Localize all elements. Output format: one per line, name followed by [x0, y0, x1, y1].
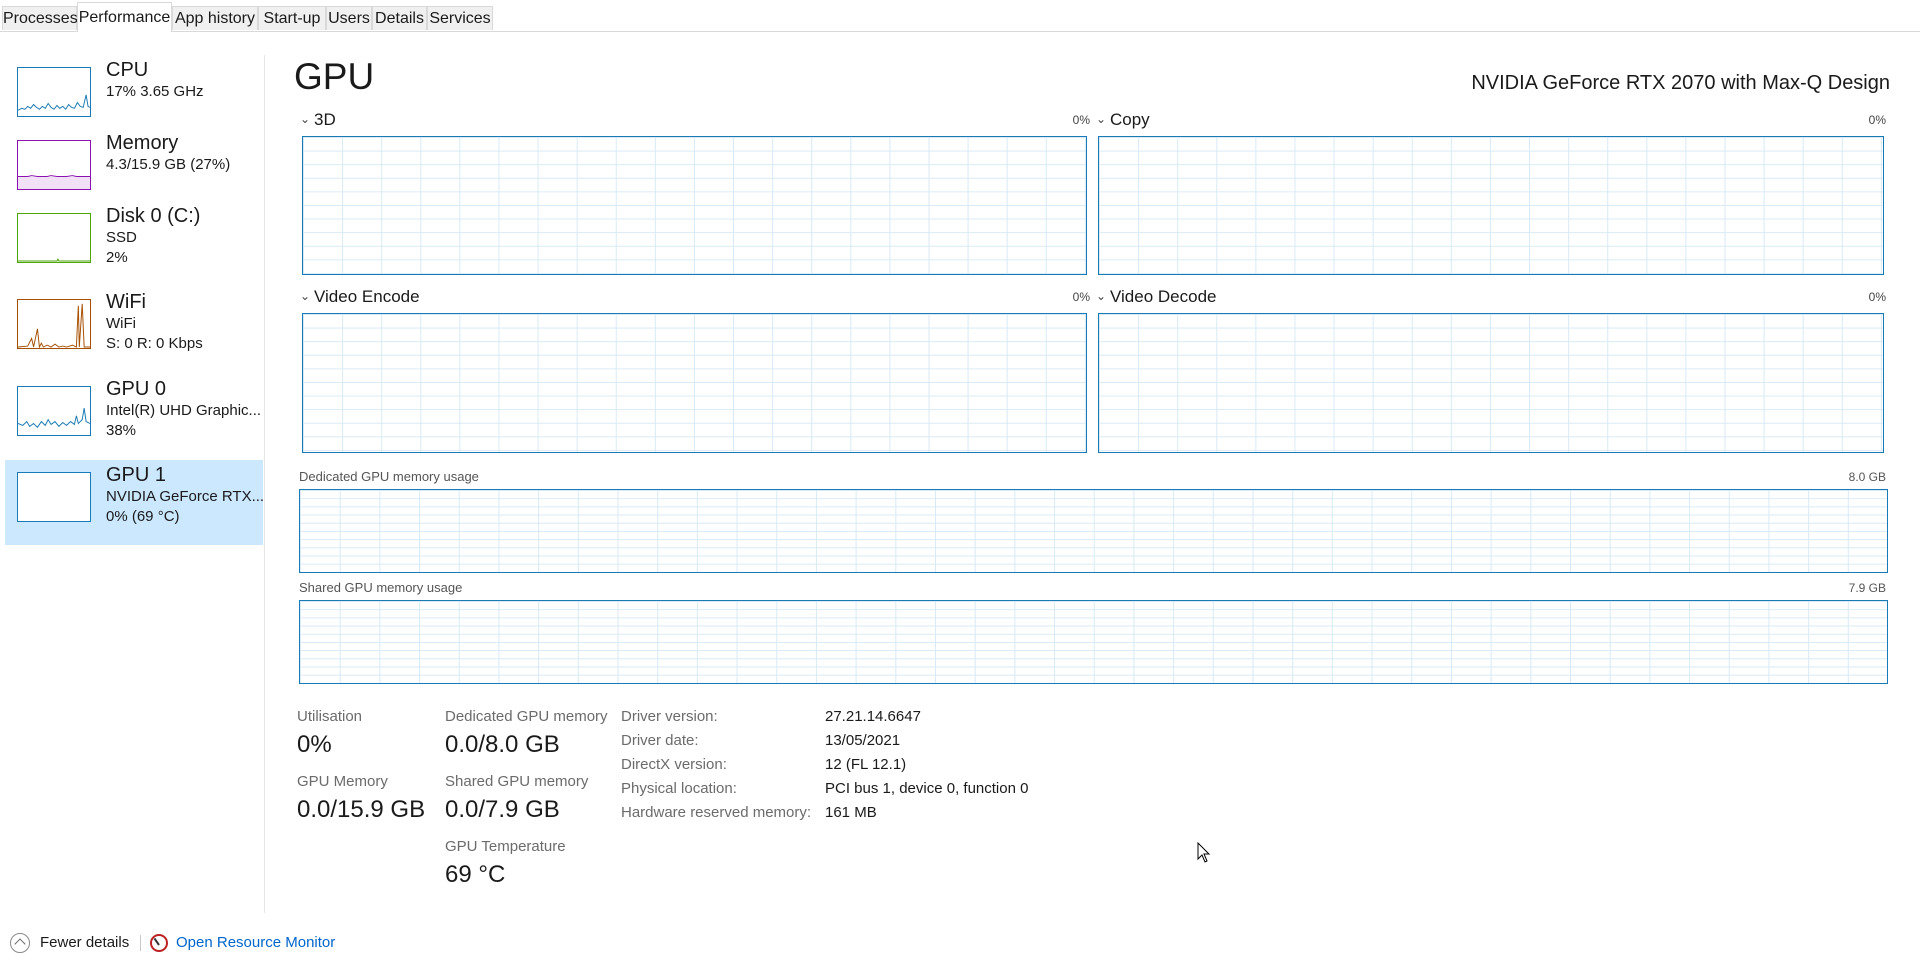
- sidebar-item-detail-2: 0% (69 °C): [106, 508, 180, 525]
- dedicated-memory-graph-label: Dedicated GPU memory usage: [299, 469, 479, 484]
- gpu1-usage-thumbnail: [17, 472, 91, 522]
- engine-name: Video Encode: [314, 287, 420, 306]
- dedicated-memory-value: 0.0/8.0 GB: [445, 731, 560, 758]
- engine-graph-3d: [302, 136, 1087, 275]
- sidebar-item-name: Disk 0 (C:): [106, 205, 201, 227]
- page-title: GPU: [294, 56, 375, 97]
- physical-location-value: PCI bus 1, device 0, function 0: [825, 780, 1029, 797]
- sidebar-item-gpu1[interactable]: GPU 1 NVIDIA GeForce RTX... 0% (69 °C): [5, 460, 265, 545]
- driver-version-value: 27.21.14.6647: [825, 708, 921, 725]
- resource-monitor-icon: [150, 934, 168, 953]
- shared-memory-value: 0.0/7.9 GB: [445, 796, 560, 823]
- shared-memory-label: Shared GPU memory: [445, 773, 589, 790]
- shared-memory-graph-label: Shared GPU memory usage: [299, 580, 463, 595]
- sidebar-item-detail-2: 2%: [106, 249, 128, 266]
- open-resource-monitor-label: Open Resource Monitor: [176, 934, 336, 951]
- gpu-temperature-value: 69 °C: [445, 861, 506, 888]
- engine-percent-copy: 0%: [1868, 113, 1886, 127]
- wifi-usage-thumbnail: [17, 299, 91, 349]
- sidebar-item-name: GPU 1: [106, 464, 167, 486]
- tab-bar: Processes Performance App history Start-…: [0, 0, 1920, 32]
- sidebar-item-gpu0[interactable]: GPU 0 Intel(R) UHD Graphic... 38%: [5, 374, 263, 459]
- tab-services[interactable]: Services: [427, 6, 493, 30]
- tab-start-up[interactable]: Start-up: [258, 6, 326, 30]
- engine-percent-3d: 0%: [1072, 113, 1090, 127]
- dedicated-memory-graph: [299, 489, 1888, 573]
- sidebar-item-disk[interactable]: Disk 0 (C:) SSD 2%: [5, 201, 263, 286]
- chevron-down-icon: ⌄: [1096, 289, 1107, 303]
- tab-details[interactable]: Details: [372, 6, 427, 30]
- disk-usage-thumbnail: [17, 213, 91, 263]
- reserved-memory-value: 161 MB: [825, 804, 877, 821]
- sidebar-item-wifi[interactable]: WiFi WiFi S: 0 R: 0 Kbps: [5, 287, 263, 372]
- sidebar-item-detail: SSD: [106, 229, 137, 246]
- engine-name: Video Decode: [1110, 287, 1217, 306]
- engine-label-copy[interactable]: ⌄ Copy: [1096, 109, 1150, 130]
- sidebar-item-name: CPU: [106, 59, 149, 81]
- tab-app-history[interactable]: App history: [172, 6, 258, 30]
- fewer-details-label: Fewer details: [40, 934, 130, 951]
- engine-name: Copy: [1110, 110, 1150, 129]
- gpu-memory-label: GPU Memory: [297, 773, 388, 790]
- directx-version-value: 12 (FL 12.1): [825, 756, 907, 773]
- directx-version-label: DirectX version:: [621, 756, 727, 773]
- open-resource-monitor-link[interactable]: Open Resource Monitor: [150, 932, 335, 954]
- sidebar-item-detail: 4.3/15.9 GB (27%): [106, 156, 231, 173]
- footer: Fewer details Open Resource Monitor: [0, 913, 1920, 976]
- chevron-down-icon: ⌄: [300, 112, 311, 126]
- sidebar-item-name: GPU 0: [106, 378, 167, 400]
- mouse-cursor-icon: [1197, 842, 1211, 863]
- shared-memory-graph-max: 7.9 GB: [1848, 581, 1886, 595]
- footer-separator: [140, 935, 141, 951]
- engine-label-video-encode[interactable]: ⌄ Video Encode: [300, 286, 420, 307]
- chevron-up-icon: [10, 933, 30, 954]
- resource-sidebar: CPU 17% 3.65 GHz Memory 4.3/15.9 GB (27%…: [0, 55, 265, 913]
- physical-location-label: Physical location:: [621, 780, 737, 797]
- memory-usage-thumbnail: [17, 140, 91, 190]
- engine-graph-video-encode: [302, 313, 1087, 453]
- cpu-usage-thumbnail: [17, 67, 91, 117]
- engine-label-3d[interactable]: ⌄ 3D: [300, 109, 336, 130]
- engine-percent-video-encode: 0%: [1072, 290, 1090, 304]
- engine-graph-video-decode: [1098, 313, 1884, 453]
- engine-name: 3D: [314, 110, 336, 129]
- sidebar-item-detail-2: 38%: [106, 422, 137, 439]
- sidebar-item-name: Memory: [106, 132, 179, 154]
- gpu0-usage-thumbnail: [17, 386, 91, 436]
- sidebar-item-detail: WiFi: [106, 315, 136, 332]
- utilisation-label: Utilisation: [297, 708, 363, 725]
- driver-version-label: Driver version:: [621, 708, 718, 725]
- sidebar-item-detail-2: S: 0 R: 0 Kbps: [106, 335, 203, 352]
- gpu-device-name: NVIDIA GeForce RTX 2070 with Max-Q Desig…: [1471, 72, 1890, 94]
- tab-processes[interactable]: Processes: [2, 6, 78, 30]
- reserved-memory-label: Hardware reserved memory:: [621, 804, 812, 821]
- sidebar-item-detail: NVIDIA GeForce RTX...: [106, 488, 265, 505]
- gpu-temperature-label: GPU Temperature: [445, 838, 566, 855]
- sidebar-item-detail: 17% 3.65 GHz: [106, 83, 204, 100]
- sidebar-item-detail: Intel(R) UHD Graphic...: [106, 402, 262, 419]
- dedicated-memory-graph-max: 8.0 GB: [1848, 470, 1886, 484]
- fewer-details-button[interactable]: Fewer details: [10, 932, 129, 954]
- driver-date-label: Driver date:: [621, 732, 699, 749]
- tab-users[interactable]: Users: [326, 6, 372, 30]
- engine-percent-video-decode: 0%: [1868, 290, 1886, 304]
- chevron-down-icon: ⌄: [1096, 112, 1107, 126]
- driver-date-value: 13/05/2021: [825, 732, 901, 749]
- sidebar-item-name: WiFi: [106, 291, 146, 313]
- utilisation-value: 0%: [297, 731, 332, 758]
- engine-graph-copy: [1098, 136, 1884, 275]
- dedicated-memory-label: Dedicated GPU memory: [445, 708, 608, 725]
- tab-performance[interactable]: Performance: [77, 2, 172, 32]
- gpu-memory-value: 0.0/15.9 GB: [297, 796, 426, 823]
- engine-label-video-decode[interactable]: ⌄ Video Decode: [1096, 286, 1217, 307]
- chevron-down-icon: ⌄: [300, 289, 311, 303]
- shared-memory-graph: [299, 600, 1888, 684]
